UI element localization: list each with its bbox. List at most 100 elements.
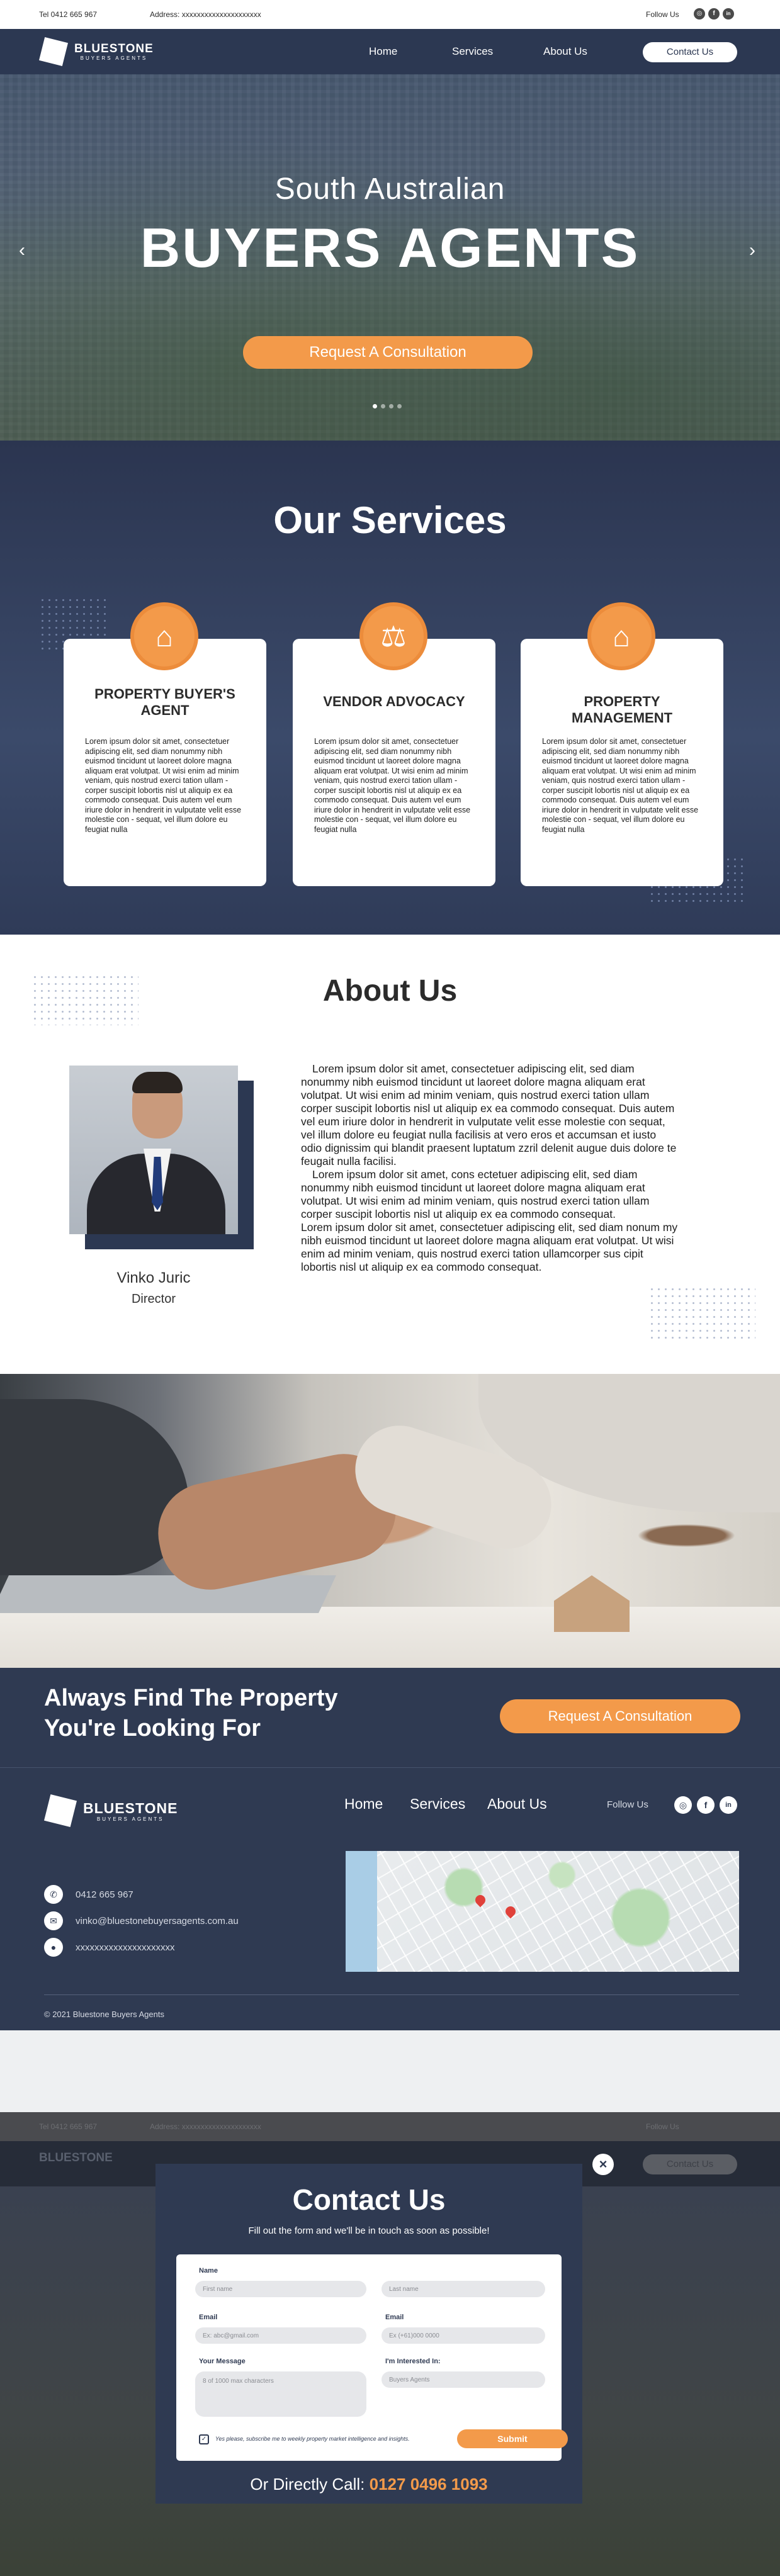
- map-pin-icon[interactable]: [473, 1893, 488, 1908]
- hand-house-icon: ⌂: [587, 602, 655, 670]
- footer-divider: [44, 1994, 739, 1995]
- top-bar: Tel 0412 665 967 Address: xxxxxxxxxxxxxx…: [0, 0, 780, 29]
- hero-section: South Australian BUYERS AGENTS Request A…: [0, 74, 780, 441]
- submit-button[interactable]: Submit: [457, 2429, 568, 2448]
- scales-icon: ⚖: [359, 602, 427, 670]
- modal-subtitle: Fill out the form and we'll be in touch …: [248, 2225, 490, 2236]
- message-label: Your Message: [199, 2358, 246, 2365]
- footer-nav-services[interactable]: Services: [410, 1796, 465, 1813]
- cta-headline: Always Find The Property You're Looking …: [44, 1683, 434, 1743]
- nav-home[interactable]: Home: [369, 45, 397, 58]
- map-sea: [346, 1851, 377, 1972]
- about-paragraph: Lorem ipsum dolor sit amet, consectetuer…: [301, 1221, 678, 1273]
- footer-email-text: vinko@bluestonebuyersagents.com.au: [76, 1915, 239, 1926]
- main-nav: BLUESTONE BUYERS AGENTS Home Services Ab…: [0, 29, 780, 74]
- top-phone[interactable]: Tel 0412 665 967: [39, 10, 97, 19]
- copyright: © 2021 Bluestone Buyers Agents: [44, 2010, 164, 2019]
- footer-address-text: xxxxxxxxxxxxxxxxxxxxx: [76, 1942, 175, 1953]
- logo-subtitle: BUYERS AGENTS: [80, 55, 148, 61]
- slider-dots: [373, 404, 402, 408]
- phone-input[interactable]: Ex (+61)000 0000: [382, 2327, 545, 2344]
- instagram-icon[interactable]: ◎: [674, 1796, 692, 1814]
- footer-email[interactable]: ✉ vinko@bluestonebuyersagents.com.au: [44, 1911, 239, 1930]
- slider-dot[interactable]: [397, 404, 402, 408]
- message-textarea[interactable]: 8 of 1000 max characters: [195, 2371, 366, 2417]
- slider-dot[interactable]: [373, 404, 377, 408]
- first-name-input[interactable]: First name: [195, 2281, 366, 2297]
- hero-consultation-button[interactable]: Request A Consultation: [243, 336, 533, 369]
- about-paragraph: Lorem ipsum dolor sit amet, cons ectetue…: [301, 1168, 650, 1220]
- logo[interactable]: BLUESTONE BUYERS AGENTS: [39, 37, 154, 66]
- call-number[interactable]: 0127 0496 1093: [370, 2475, 488, 2494]
- footer-phone-text: 0412 665 967: [76, 1889, 133, 1900]
- slider-next-icon[interactable]: ›: [749, 240, 755, 261]
- slider-prev-icon[interactable]: ‹: [19, 240, 25, 261]
- contact-form: Name First name Last name Email Ex: abc@…: [176, 2254, 568, 2461]
- service-card[interactable]: ⌂ PROPERTY MANAGEMENT Lorem ipsum dolor …: [521, 602, 723, 886]
- about-section: About Us Vinko Juric Director Lorem ipsu…: [0, 935, 780, 1374]
- subscribe-label: Yes please, subscribe me to weekly prope…: [215, 2436, 410, 2442]
- facebook-icon[interactable]: f: [697, 1796, 715, 1814]
- footer-address: ● xxxxxxxxxxxxxxxxxxxxx: [44, 1938, 175, 1957]
- slider-dot[interactable]: [381, 404, 385, 408]
- call-prefix: Or Directly Call:: [250, 2475, 365, 2494]
- service-card-title: VENDOR ADVOCACY: [323, 694, 465, 709]
- instagram-icon[interactable]: ◎: [694, 8, 705, 20]
- top-address: Address: xxxxxxxxxxxxxxxxxxxxx: [150, 10, 261, 19]
- location-map[interactable]: [346, 1851, 739, 1972]
- logo-mark-icon: [39, 37, 68, 66]
- service-card[interactable]: ⚖ VENDOR ADVOCACY Lorem ipsum dolor sit …: [293, 602, 495, 886]
- email-input[interactable]: Ex: abc@gmail.com: [195, 2327, 366, 2344]
- logo-mark-icon: [44, 1794, 77, 1827]
- map-pin-icon[interactable]: [503, 1904, 518, 1919]
- interest-select[interactable]: Buyers Agents: [382, 2371, 545, 2388]
- nav-services[interactable]: Services: [452, 45, 493, 58]
- top-follow-label: Follow Us: [646, 10, 679, 19]
- page-gap: [0, 2030, 780, 2112]
- service-card-body: Lorem ipsum dolor sit amet, consectetuer…: [314, 737, 471, 834]
- hero-line1: South Australian: [274, 172, 506, 206]
- logo-name: BLUESTONE: [83, 1799, 178, 1816]
- house-icon: ⌂: [130, 602, 198, 670]
- close-icon[interactable]: ×: [592, 2154, 614, 2175]
- services-section: Our Services ⌂ PROPERTY BUYER'S AGENT Lo…: [0, 441, 780, 935]
- about-paragraph: Lorem ipsum dolor sit amet, consectetuer…: [301, 1062, 677, 1167]
- dimmed-address: Address: xxxxxxxxxxxxxxxxxxxxx: [150, 2122, 261, 2131]
- last-name-input[interactable]: Last name: [382, 2281, 545, 2297]
- facebook-icon[interactable]: f: [708, 8, 720, 20]
- cta-band: Always Find The Property You're Looking …: [0, 1668, 780, 1767]
- slider-dot[interactable]: [389, 404, 393, 408]
- footer-logo[interactable]: BLUESTONE BUYERS AGENTS: [44, 1794, 178, 1827]
- name-label: Name: [199, 2267, 218, 2275]
- director-name: Vinko Juric: [116, 1269, 191, 1286]
- band-consultation-button[interactable]: Request A Consultation: [500, 1699, 740, 1733]
- footer-nav-home[interactable]: Home: [344, 1796, 383, 1813]
- director-role: Director: [131, 1292, 176, 1306]
- linkedin-icon[interactable]: in: [723, 8, 734, 20]
- footer-nav-about-us[interactable]: About Us: [487, 1796, 547, 1813]
- about-text: Lorem ipsum dolor sit amet, consectetuer…: [301, 1062, 679, 1274]
- dimmed-contact-button: Contact Us: [643, 2154, 737, 2174]
- service-card-body: Lorem ipsum dolor sit amet, consectetuer…: [85, 737, 242, 834]
- phone-icon: ✆: [44, 1885, 63, 1904]
- contact-us-button[interactable]: Contact Us: [643, 42, 737, 62]
- subscribe-checkbox[interactable]: ✓: [199, 2434, 209, 2444]
- mail-icon: ✉: [44, 1911, 63, 1930]
- nav-about-us[interactable]: About Us: [543, 45, 587, 58]
- location-pin-icon: ●: [44, 1938, 63, 1957]
- decor-dots: [648, 1286, 755, 1344]
- dimmed-follow-label: Follow Us: [646, 2122, 679, 2131]
- service-card-body: Lorem ipsum dolor sit amet, consectetuer…: [542, 737, 699, 834]
- dimmed-phone: Tel 0412 665 967: [39, 2122, 98, 2131]
- logo-subtitle: BUYERS AGENTS: [96, 1816, 164, 1822]
- footer-follow-label: Follow Us: [607, 1799, 648, 1810]
- linkedin-icon[interactable]: in: [720, 1796, 737, 1814]
- service-card-title: PROPERTY BUYER'S AGENT: [94, 686, 235, 718]
- service-card[interactable]: ⌂ PROPERTY BUYER'S AGENT Lorem ipsum dol…: [64, 602, 266, 886]
- interest-label: I'm Interested In:: [385, 2358, 441, 2365]
- footer-phone[interactable]: ✆ 0412 665 967: [44, 1885, 133, 1904]
- modal-title: Contact Us: [292, 2183, 446, 2216]
- email-label: Email: [199, 2314, 218, 2321]
- cta-headline-line1: Always Find The Property: [44, 1685, 338, 1711]
- cta-headline-line2: You're Looking For: [44, 1715, 261, 1741]
